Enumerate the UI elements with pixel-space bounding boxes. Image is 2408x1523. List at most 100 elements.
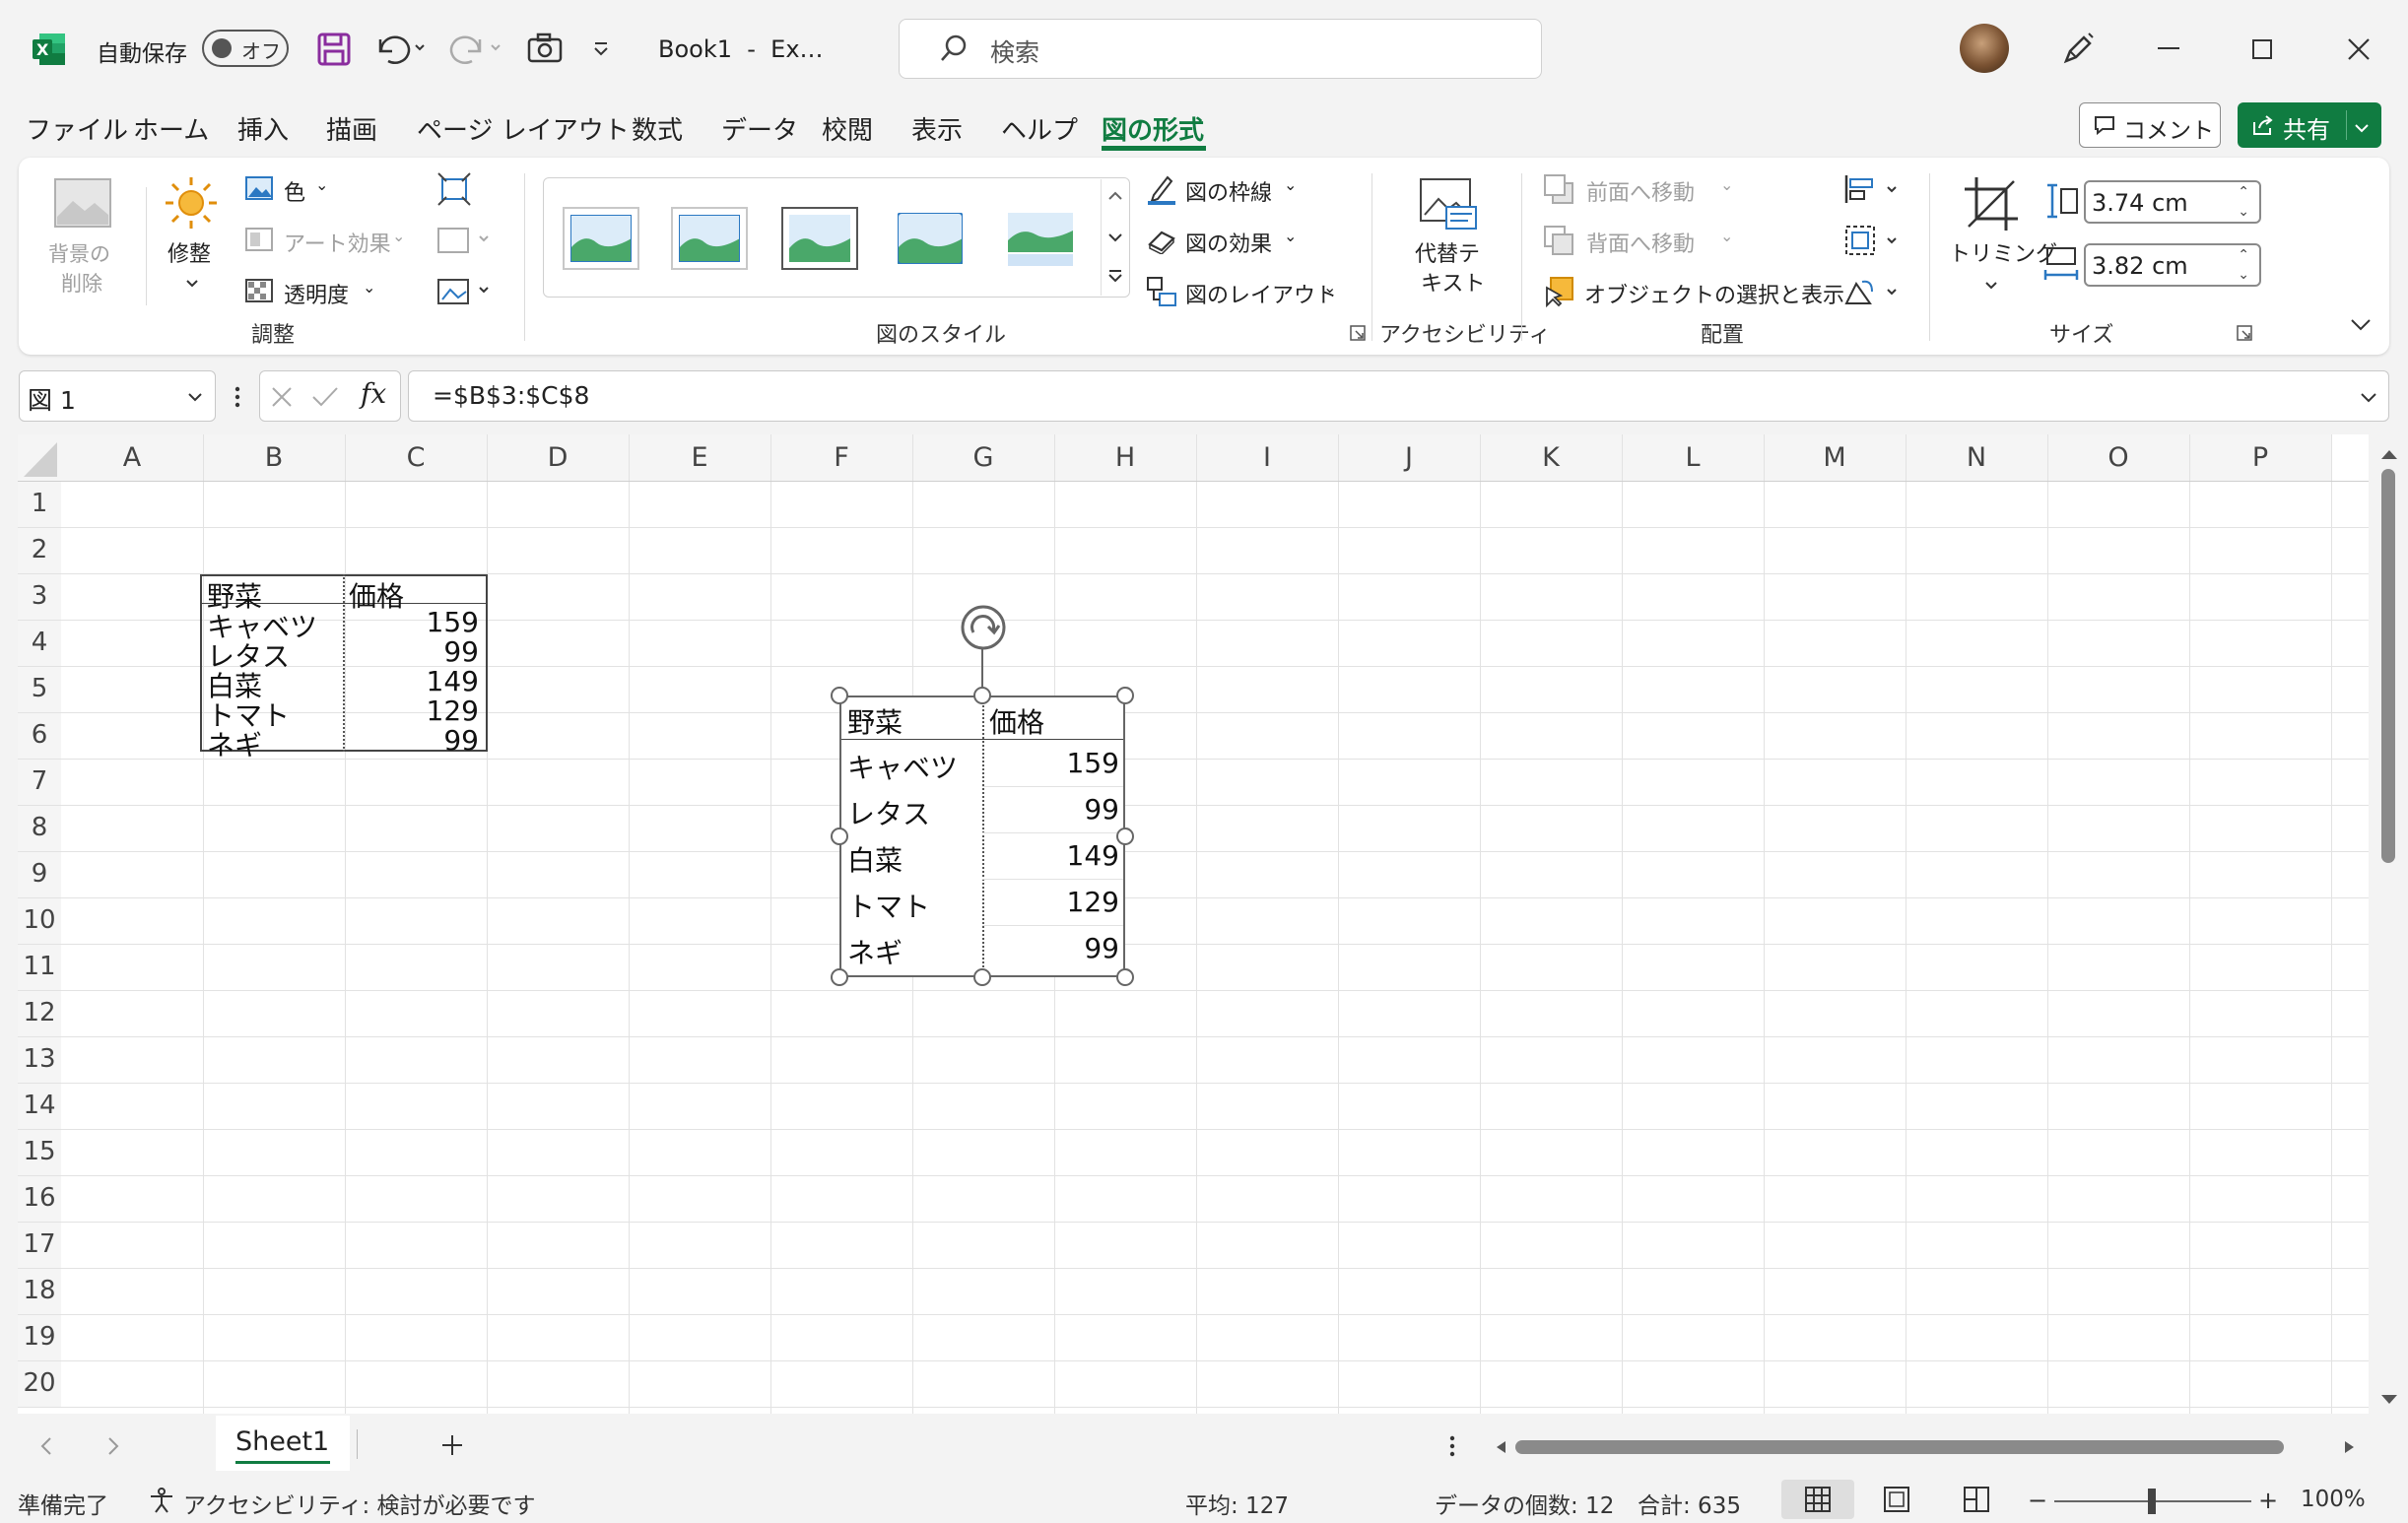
zoom-out-icon[interactable]: −: [2028, 1487, 2047, 1514]
accessibility-icon[interactable]: [148, 1487, 175, 1514]
status-average[interactable]: 平均: 127: [1185, 1487, 1289, 1520]
remove-background-button[interactable]: 背景の 削除: [43, 171, 122, 299]
undo-icon[interactable]: [372, 30, 432, 69]
row-header[interactable]: 16: [18, 1175, 61, 1222]
worksheet-grid[interactable]: ABCDEFGHIJKLMNOP 1 2 3 4 5 6 7 8 9 10 11 12 13 14 15 16…: [18, 434, 2369, 1414]
zoom-in-icon[interactable]: +: [2258, 1487, 2278, 1514]
picture-style-thumb[interactable]: [671, 207, 748, 270]
redo-icon[interactable]: [448, 30, 507, 69]
name-box[interactable]: 図 1: [19, 370, 216, 422]
insert-function-icon[interactable]: fx: [361, 377, 386, 410]
transparency-button[interactable]: 透明度 ⌄: [244, 274, 382, 309]
designer-pen-icon[interactable]: [2060, 32, 2096, 67]
add-sheet-icon[interactable]: [440, 1433, 464, 1457]
maximize-icon[interactable]: [2252, 39, 2272, 59]
zoom-slider-thumb[interactable]: [2148, 1489, 2156, 1514]
collapse-ribbon-icon[interactable]: [2350, 317, 2372, 333]
search-box[interactable]: 検索: [899, 19, 1542, 79]
table-cell[interactable]: ネギ: [207, 724, 262, 763]
column-header[interactable]: H: [1054, 434, 1196, 481]
horizontal-scroll-thumb[interactable]: [1515, 1440, 2284, 1454]
picture-style-thumb[interactable]: [781, 207, 858, 270]
height-input[interactable]: 3.74 cm ⌃ ⌄: [2084, 180, 2261, 224]
tab-view[interactable]: 表示: [911, 110, 963, 147]
dialog-launcher-icon[interactable]: [2237, 325, 2252, 341]
column-header[interactable]: E: [629, 434, 770, 481]
row-header[interactable]: 3: [18, 573, 61, 620]
scroll-left-icon[interactable]: [1494, 1439, 1507, 1455]
column-header[interactable]: P: [2189, 434, 2331, 481]
row-header[interactable]: 1: [18, 481, 61, 527]
status-sum[interactable]: 合計: 635: [1638, 1487, 1741, 1520]
picture-border-button[interactable]: 図の枠線 ⌄: [1146, 171, 1313, 207]
tab-insert[interactable]: 挿入: [237, 110, 289, 147]
tab-draw[interactable]: 描画: [326, 110, 377, 147]
column-header[interactable]: G: [912, 434, 1054, 481]
column-header[interactable]: I: [1196, 434, 1338, 481]
status-accessibility[interactable]: アクセシビリティ: 検討が必要です: [183, 1487, 536, 1520]
tab-data[interactable]: データ: [721, 110, 798, 147]
row-header[interactable]: 4: [18, 620, 61, 666]
table-cell[interactable]: 159: [427, 606, 479, 638]
align-icon[interactable]: [1842, 171, 1906, 207]
row-header[interactable]: 5: [18, 666, 61, 712]
height-spinner-icon[interactable]: ⌃ ⌄: [2238, 182, 2249, 222]
table-cell[interactable]: 149: [427, 665, 479, 697]
scroll-down-icon[interactable]: [2379, 1392, 2399, 1406]
more-options-icon[interactable]: [1449, 1435, 1455, 1457]
width-spinner-icon[interactable]: ⌃ ⌄: [2238, 245, 2249, 285]
chevron-down-icon[interactable]: [2360, 389, 2377, 403]
column-header[interactable]: C: [345, 434, 487, 481]
tab-picture-format[interactable]: 図の形式: [1102, 110, 1204, 147]
tab-help[interactable]: ヘルプ: [1001, 110, 1078, 147]
resize-handle[interactable]: [831, 828, 848, 845]
row-header[interactable]: 17: [18, 1222, 61, 1268]
picture-style-thumb[interactable]: [1002, 207, 1079, 270]
table-cell[interactable]: 99: [443, 635, 479, 668]
table-cell[interactable]: 99: [443, 724, 479, 757]
group-objects-icon[interactable]: [1842, 223, 1906, 258]
dialog-launcher-icon[interactable]: [1350, 325, 1366, 341]
picture-layout-button[interactable]: 図のレイアウト ⌄: [1146, 274, 1343, 309]
gallery-scroll[interactable]: [1101, 179, 1129, 296]
row-header[interactable]: 7: [18, 759, 61, 805]
row-header[interactable]: 11: [18, 944, 61, 990]
normal-view-icon[interactable]: [1781, 1480, 1854, 1519]
tab-home[interactable]: ホーム: [133, 110, 209, 147]
formula-input[interactable]: =$B$3:$C$8: [408, 370, 2389, 422]
resize-handle[interactable]: [831, 968, 848, 986]
camera-icon[interactable]: [527, 33, 563, 64]
column-header[interactable]: F: [770, 434, 912, 481]
sheet-tab-sheet1[interactable]: Sheet1: [216, 1416, 350, 1471]
share-button[interactable]: 共有: [2238, 102, 2381, 148]
chevron-right-icon[interactable]: [106, 1435, 120, 1457]
zoom-level[interactable]: 100%: [2301, 1487, 2366, 1512]
picture-style-thumb[interactable]: [892, 207, 969, 270]
linked-picture[interactable]: 野菜 価格 キャベツ 159 レタス 99 白菜 149 トマト 129 ネギ …: [839, 695, 1125, 977]
picture-style-thumb[interactable]: [563, 207, 639, 270]
selection-pane-button[interactable]: オブジェクトの選択と表示: [1543, 274, 1844, 309]
customize-qat-icon[interactable]: [591, 39, 611, 59]
resize-handle[interactable]: [973, 968, 991, 986]
row-header[interactable]: 19: [18, 1314, 61, 1360]
row-header[interactable]: 14: [18, 1083, 61, 1129]
table-header-cell[interactable]: 価格: [349, 575, 404, 615]
resize-handle[interactable]: [1116, 968, 1134, 986]
horizontal-scrollbar[interactable]: [1490, 1431, 2357, 1461]
crop-button[interactable]: トリミング: [1943, 171, 2057, 299]
cancel-icon[interactable]: [270, 385, 294, 409]
alt-text-button[interactable]: 代替テ キスト: [1399, 171, 1498, 299]
vertical-scrollbar[interactable]: [2371, 434, 2408, 1414]
row-header[interactable]: 2: [18, 527, 61, 573]
row-header[interactable]: 18: [18, 1268, 61, 1314]
picture-effects-button[interactable]: 図の効果 ⌄: [1146, 223, 1313, 258]
table-cell[interactable]: 129: [427, 695, 479, 727]
row-header[interactable]: 15: [18, 1129, 61, 1175]
enter-check-icon[interactable]: [311, 385, 339, 409]
tab-formulas[interactable]: 数式: [632, 110, 683, 147]
more-options-icon[interactable]: [234, 386, 240, 408]
scroll-up-icon[interactable]: [2379, 446, 2399, 460]
column-header[interactable]: D: [487, 434, 629, 481]
color-button[interactable]: 色 ⌄: [244, 171, 343, 207]
chevron-down-icon[interactable]: [1107, 229, 1123, 242]
